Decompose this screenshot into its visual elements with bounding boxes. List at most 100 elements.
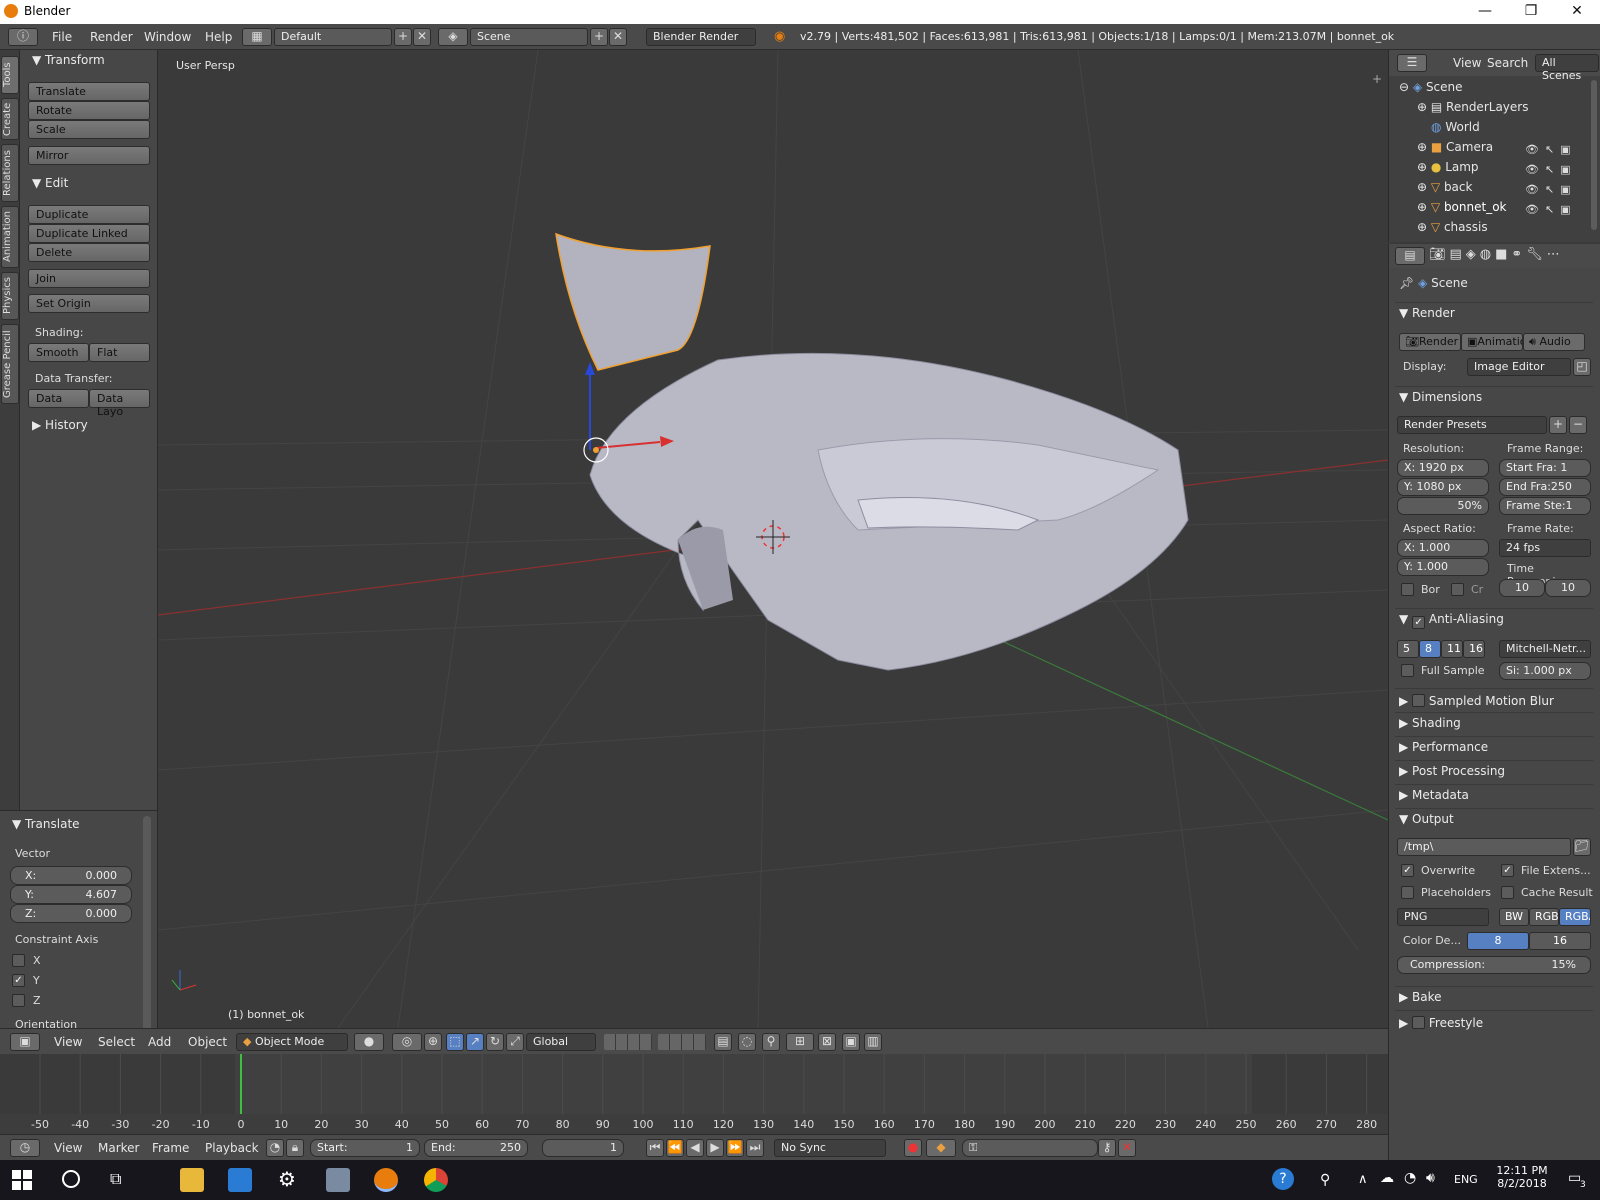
app-icon[interactable] (326, 1168, 350, 1192)
tab-relations[interactable]: Relations (1, 144, 19, 202)
file-explorer-icon[interactable] (180, 1168, 204, 1192)
aa-section-header[interactable]: ▼ ✓ Anti-Aliasing (1395, 608, 1593, 630)
menu-add[interactable]: Add (148, 1035, 171, 1049)
aa-filter-dropdown[interactable]: Mitchell-Netr... (1499, 640, 1591, 658)
aa-size-field[interactable]: Si: 1.000 px (1499, 662, 1591, 680)
output-path-field[interactable]: /tmp\ (1397, 838, 1571, 856)
onedrive-icon[interactable]: ☁ (1380, 1170, 1394, 1186)
remove-preset-button[interactable]: − (1569, 416, 1587, 434)
render-presets-dropdown[interactable]: Render Presets (1397, 416, 1547, 434)
outliner-item-back[interactable]: ⊕ ▽ back (1417, 180, 1472, 194)
translate-manipulator-icon[interactable]: ⬚ (446, 1033, 464, 1051)
timeline-menu-frame[interactable]: Frame (152, 1141, 189, 1155)
translate-panel-header[interactable]: ▼ Translate (12, 817, 80, 831)
remap-old-field[interactable]: 10 (1499, 579, 1545, 597)
vector-y-field[interactable]: Y: 4.607 (10, 885, 132, 904)
rotate-gizmo-icon[interactable]: ↻ (486, 1033, 504, 1051)
end-frame-prop[interactable]: End Fra:250 (1499, 478, 1591, 496)
prev-key-icon[interactable]: ⏪ (666, 1139, 684, 1157)
color-rgba-button[interactable]: RGBA (1559, 908, 1591, 926)
overwrite-checkbox[interactable]: ✓ (1401, 864, 1414, 877)
editor-type-icon[interactable]: ⓘ (8, 28, 38, 46)
file-ext-checkbox[interactable]: ✓ (1501, 864, 1514, 877)
snap-target-icon[interactable]: ⊠ (818, 1033, 836, 1051)
depth-16-button[interactable]: 16 (1529, 932, 1591, 950)
add-preset-button[interactable]: + (1549, 416, 1567, 434)
scale-gizmo-icon[interactable]: ⤢ (506, 1033, 524, 1051)
jump-start-icon[interactable]: ⏮ (646, 1139, 664, 1157)
resolution-x-field[interactable]: X: 1920 px (1397, 459, 1489, 477)
flat-button[interactable]: Flat (89, 343, 150, 362)
layout-icon[interactable]: ▦ (242, 28, 272, 46)
outliner-visibility-icons[interactable]: 👁︎↖▣ 👁︎↖▣ 👁︎↖▣ 👁︎↖▣ (1525, 140, 1577, 220)
wifi-icon[interactable]: ◔ (1404, 1170, 1416, 1186)
tab-tools[interactable]: Tools (1, 56, 19, 94)
delete-key-icon[interactable]: ✕ (1118, 1139, 1136, 1157)
resolution-percent-field[interactable]: 50% (1397, 497, 1489, 515)
close-button[interactable]: ✕ (1554, 0, 1600, 24)
transform-panel-header[interactable]: ▼ Transform (32, 53, 105, 67)
people-icon[interactable]: ⚲ (1320, 1172, 1330, 1188)
outliner-item-scene[interactable]: ⊖ ◈ Scene (1399, 80, 1463, 94)
record-icon[interactable]: ● (904, 1139, 922, 1157)
props-context-tabs[interactable]: 📷︎▤◈◍■⚭🔧︎⋯ (1429, 247, 1564, 262)
add-layout-button[interactable]: + (394, 28, 412, 46)
view3d-editor-icon[interactable]: ▣ (10, 1033, 40, 1051)
shading-mode-icon[interactable]: ● (354, 1033, 384, 1051)
menu-window[interactable]: Window (144, 30, 191, 44)
tray-up-icon[interactable]: ∧ (1358, 1172, 1368, 1187)
render-engine-dropdown[interactable]: Blender Render (646, 28, 756, 46)
rotate-button[interactable]: Rotate (28, 101, 150, 120)
outliner-scrollbar[interactable] (1591, 80, 1597, 230)
join-button[interactable]: Join (28, 269, 150, 288)
minimize-button[interactable]: — (1462, 0, 1508, 24)
depth-8-button[interactable]: 8 (1467, 932, 1529, 950)
edit-panel-header[interactable]: ▼ Edit (32, 176, 68, 190)
pivot-icon[interactable]: ◎ (392, 1033, 422, 1051)
keying-icon[interactable]: ◆ (926, 1139, 956, 1157)
placeholders-checkbox[interactable] (1401, 886, 1414, 899)
aa-5-button[interactable]: 5 (1397, 640, 1419, 658)
maximize-button[interactable]: ❐ (1508, 0, 1554, 24)
end-frame-field[interactable]: End: 250 (424, 1139, 528, 1157)
constraint-z-checkbox[interactable] (12, 994, 25, 1007)
cortana-icon[interactable] (62, 1170, 80, 1188)
render-section-header[interactable]: ▼ Render (1395, 302, 1593, 324)
frame-step-prop[interactable]: Frame Ste:1 (1499, 497, 1591, 515)
bake-section[interactable]: ▶ Bake (1395, 986, 1593, 1008)
aa-8-button[interactable]: 8 (1419, 640, 1441, 658)
outliner-item-bonnet[interactable]: ⊕ ▽ bonnet_ok (1417, 200, 1507, 214)
motion-blur-section[interactable]: ▶ Sampled Motion Blur (1395, 688, 1593, 710)
manipulator-toggle-icon[interactable]: ⊕ (424, 1033, 442, 1051)
menu-view[interactable]: View (54, 1035, 82, 1049)
performance-section[interactable]: ▶ Performance (1395, 736, 1593, 758)
file-browse-icon[interactable]: 📁︎ (1573, 838, 1591, 856)
bonnet-selected[interactable] (555, 232, 711, 371)
set-origin-dropdown[interactable]: Set Origin (28, 294, 150, 313)
remove-layout-button[interactable]: ✕ (413, 28, 431, 46)
shading-section[interactable]: ▶ Shading (1395, 712, 1593, 734)
lock-icon[interactable]: 🔒︎ (286, 1139, 304, 1157)
delete-button[interactable]: Delete (28, 243, 150, 262)
task-view-icon[interactable]: ⧉ (110, 1169, 121, 1189)
timeline-menu-view[interactable]: View (54, 1141, 82, 1155)
timeline-editor-icon[interactable]: ◷ (10, 1139, 40, 1157)
tab-animation[interactable]: Animation (1, 206, 19, 268)
next-key-icon[interactable]: ⏩ (726, 1139, 744, 1157)
outliner-editor-icon[interactable]: ☰ (1397, 54, 1427, 72)
remove-scene-button[interactable]: ✕ (609, 28, 627, 46)
remap-new-field[interactable]: 10 (1545, 579, 1591, 597)
help-icon[interactable]: ? (1272, 1168, 1294, 1190)
store-icon[interactable] (228, 1168, 252, 1192)
history-panel-header[interactable]: ▶ History (32, 418, 88, 432)
menu-file[interactable]: File (52, 30, 72, 44)
color-bw-button[interactable]: BW (1499, 908, 1529, 926)
outliner-item-world[interactable]: ◍ World (1431, 120, 1480, 134)
motion-blur-checkbox[interactable] (1412, 694, 1426, 707)
tab-grease-pencil[interactable]: Grease Pencil (1, 324, 19, 404)
compression-slider[interactable]: Compression: 15% (1397, 956, 1591, 974)
props-editor-icon[interactable]: ▤ (1395, 247, 1425, 265)
timeline-menu-marker[interactable]: Marker (98, 1141, 139, 1155)
jump-end-icon[interactable]: ⏭ (746, 1139, 764, 1157)
start-frame-prop[interactable]: Start Fra: 1 (1499, 459, 1591, 477)
